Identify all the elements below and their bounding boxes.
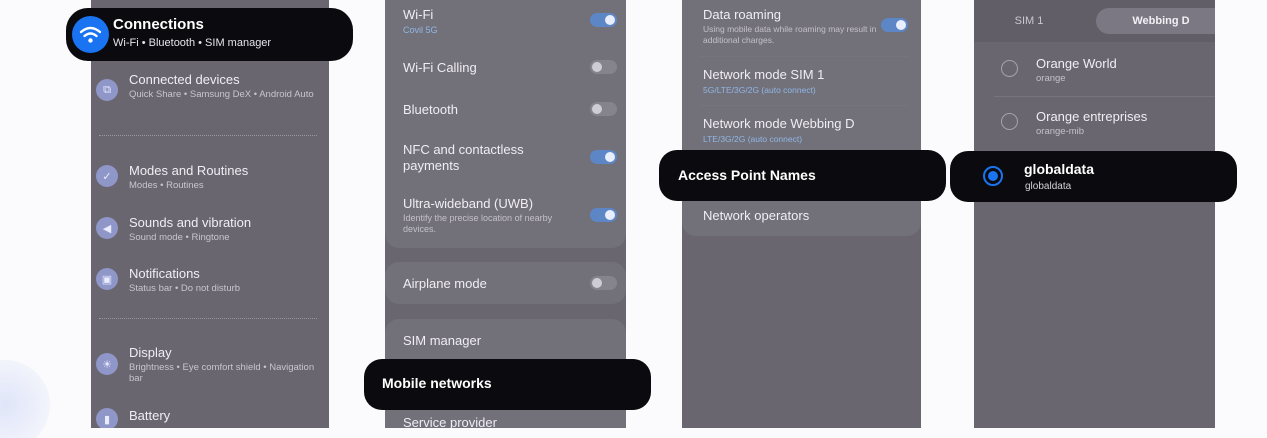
- item-title: Sounds and vibration: [129, 215, 252, 230]
- radio-selected[interactable]: [983, 166, 1003, 186]
- link-icon: ⧉: [96, 79, 118, 101]
- network-operators-item[interactable]: Network operators: [703, 208, 809, 223]
- mobile-networks-callout[interactable]: Mobile networks: [364, 359, 651, 410]
- uwb-toggle[interactable]: [590, 208, 617, 222]
- apn-value: orange-mib: [1036, 126, 1085, 137]
- row-subtitle: LTE/3G/2G (auto connect): [703, 134, 803, 144]
- background-glow: [0, 360, 50, 438]
- row-title: Data roaming: [703, 7, 782, 22]
- item-title: Battery: [129, 408, 171, 423]
- mobile-networks-label: Mobile networks: [382, 375, 492, 391]
- bell-icon: ▣: [96, 268, 118, 290]
- row-title: Wi-Fi: [403, 7, 434, 22]
- display-item[interactable]: ☀ Display Brightness • Eye comfort shiel…: [91, 343, 329, 389]
- row-subtitle: Identify the precise location of nearby …: [403, 213, 553, 234]
- item-subtitle: Quick Share • Samsung DeX • Android Auto: [129, 89, 314, 100]
- item-subtitle: Sound mode • Ringtone: [129, 232, 230, 243]
- tab-webbing[interactable]: Webbing D: [1096, 8, 1215, 34]
- row-subtitle: 5G/LTE/3G/2G (auto connect): [703, 85, 816, 95]
- data-roaming-toggle[interactable]: [881, 18, 908, 32]
- apn-value: globaldata: [1025, 181, 1072, 192]
- apn-callout[interactable]: Access Point Names: [659, 150, 946, 201]
- sun-icon: ☀: [96, 353, 118, 375]
- row-title: Network mode SIM 1: [703, 67, 825, 82]
- row-title: Ultra-wideband (UWB): [403, 196, 534, 211]
- radio-button[interactable]: [1001, 60, 1018, 77]
- item-title: Notifications: [129, 266, 200, 281]
- airplane-toggle[interactable]: [590, 276, 617, 290]
- service-provider-item[interactable]: Service provider: [403, 415, 497, 428]
- row-title: Wi-Fi Calling: [403, 60, 477, 75]
- item-subtitle: Brightness • Eye comfort shield • Naviga…: [129, 362, 315, 384]
- row-title: Network mode Webbing D: [703, 116, 855, 131]
- apn-name: Orange World: [1036, 56, 1117, 71]
- connections-title: Connections: [113, 16, 204, 33]
- radio-button[interactable]: [1001, 113, 1018, 130]
- sim-manager-item[interactable]: SIM manager: [403, 333, 481, 349]
- connections-callout[interactable]: Connections Wi-Fi • Bluetooth • SIM mana…: [66, 8, 353, 61]
- mobile-networks-panel: Data roaming Using mobile data while roa…: [682, 0, 921, 428]
- apn-label: Access Point Names: [678, 167, 816, 183]
- check-circle-icon: ✓: [96, 165, 118, 187]
- wifi-calling-toggle[interactable]: [590, 60, 617, 74]
- apn-panel: SIM 1 Webbing D Orange World orange Oran…: [974, 0, 1215, 428]
- divider: [994, 96, 1215, 97]
- apn-name: globaldata: [1024, 161, 1095, 177]
- divider: [700, 56, 908, 57]
- item-title: Modes and Routines: [129, 163, 249, 178]
- divider: [99, 318, 317, 319]
- connections-subtitle: Wi-Fi • Bluetooth • SIM manager: [113, 37, 272, 49]
- item-subtitle: Status bar • Do not disturb: [129, 283, 241, 294]
- divider: [99, 135, 317, 136]
- bluetooth-toggle[interactable]: [590, 102, 617, 116]
- divider: [700, 105, 908, 106]
- connected-devices-item[interactable]: ⧉ Connected devices Quick Share • Samsun…: [91, 68, 329, 114]
- airplane-card[interactable]: Airplane mode: [385, 262, 626, 304]
- battery-icon: ▮: [96, 408, 118, 428]
- wifi-toggle[interactable]: [590, 13, 617, 27]
- apn-name: Orange entreprises: [1036, 109, 1148, 124]
- speaker-icon: ◀: [96, 217, 118, 239]
- row-subtitle: Using mobile data while roaming may resu…: [703, 24, 877, 45]
- notifications-item[interactable]: ▣ Notifications Status bar • Do not dist…: [91, 264, 329, 300]
- sounds-vibration-item[interactable]: ◀ Sounds and vibration Sound mode • Ring…: [91, 212, 329, 248]
- globaldata-callout[interactable]: globaldata globaldata: [950, 151, 1237, 202]
- apn-value: orange: [1036, 73, 1066, 84]
- row-title: Bluetooth: [403, 102, 458, 117]
- item-title: Display: [129, 345, 172, 360]
- row-title: NFC and contactless payments: [403, 142, 524, 173]
- item-subtitle: Modes • Routines: [129, 180, 204, 191]
- radio-dot: [988, 171, 998, 181]
- nfc-toggle[interactable]: [590, 150, 617, 164]
- settings-main-panel: ⧉ Connected devices Quick Share • Samsun…: [91, 0, 329, 428]
- tab-sim1[interactable]: SIM 1: [988, 8, 1070, 34]
- wifi-icon: [72, 16, 109, 53]
- item-title: Connected devices: [129, 72, 240, 87]
- battery-item[interactable]: ▮ Battery: [91, 404, 329, 428]
- row-title: Airplane mode: [403, 276, 487, 291]
- wifi-network-name: Covil 5G: [403, 25, 438, 35]
- modes-routines-item[interactable]: ✓ Modes and Routines Modes • Routines: [91, 160, 329, 196]
